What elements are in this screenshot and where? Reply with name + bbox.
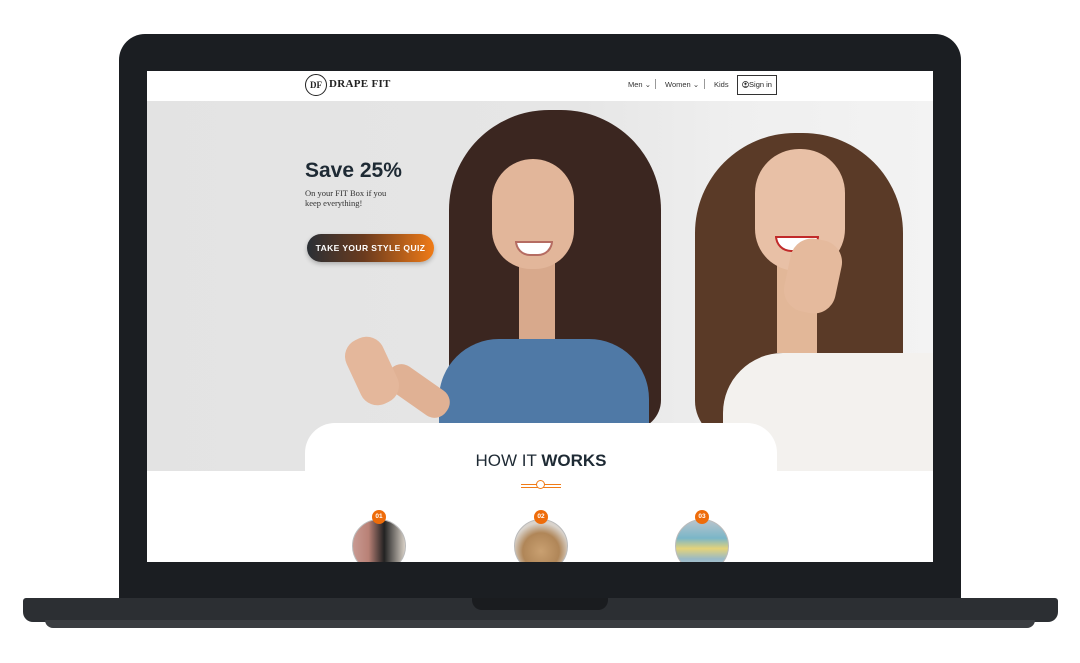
hero-banner xyxy=(147,101,933,471)
step-3-badge: 03 xyxy=(695,510,709,524)
hero-title: Save 25% xyxy=(305,159,402,182)
step-1-image xyxy=(352,519,406,562)
top-navbar: DF DRAPE FIT Men ⌄ Women ⌄ Kids Sign in xyxy=(147,71,933,101)
laptop-notch xyxy=(472,598,608,610)
logo-mark-icon[interactable]: DF xyxy=(305,74,327,96)
laptop-screen: DF DRAPE FIT Men ⌄ Women ⌄ Kids Sign in xyxy=(147,71,933,562)
nav-men-label: Men xyxy=(628,80,643,89)
hero-photo-part xyxy=(519,259,555,339)
sign-in-button[interactable]: Sign in xyxy=(737,75,777,95)
nav-women[interactable]: Women ⌄ xyxy=(665,80,699,89)
chevron-down-icon: ⌄ xyxy=(692,80,700,89)
nav-women-label: Women xyxy=(665,80,691,89)
divider-dot-icon xyxy=(536,480,545,489)
sign-in-label: Sign in xyxy=(749,80,772,89)
title-light: HOW IT xyxy=(475,451,542,470)
step-1-badge: 01 xyxy=(372,510,386,524)
laptop-base-shadow xyxy=(45,620,1035,628)
nav-men[interactable]: Men ⌄ xyxy=(628,80,651,89)
chevron-down-icon: ⌄ xyxy=(644,80,651,89)
nav-kids[interactable]: Kids xyxy=(714,80,729,89)
nav-separator xyxy=(704,79,705,89)
hero-subtitle: On your FIT Box if you keep everything! xyxy=(305,188,387,208)
style-quiz-button[interactable]: TAKE YOUR STYLE QUIZ xyxy=(307,234,434,262)
title-bold: WORKS xyxy=(541,451,607,470)
user-circle-icon xyxy=(742,81,749,88)
how-it-works-section: HOW IT WORKS 01 02 03 xyxy=(305,423,777,562)
how-it-works-title: HOW IT WORKS xyxy=(305,451,777,471)
nav-separator xyxy=(655,79,656,89)
step-3-image xyxy=(675,519,729,562)
step-2-badge: 02 xyxy=(534,510,548,524)
logo-text[interactable]: DRAPE FIT xyxy=(329,78,391,90)
step-2-image xyxy=(514,519,568,562)
